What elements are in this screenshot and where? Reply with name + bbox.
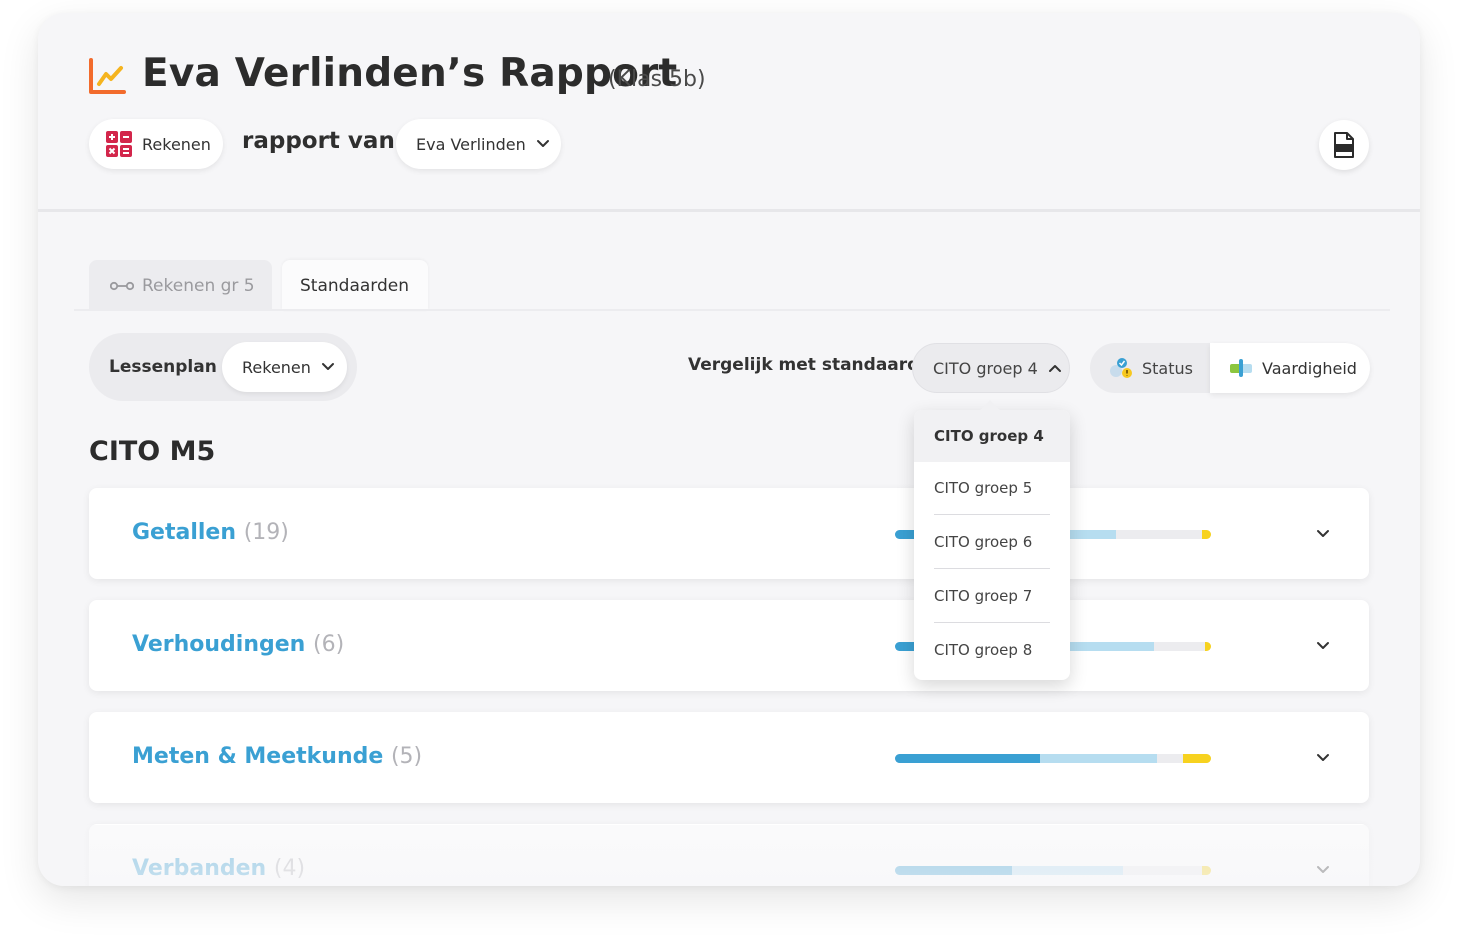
chevron-up-icon [1048, 365, 1061, 372]
domain-name: Verbanden (4) [132, 856, 305, 881]
view-toggle: Status Vaardigheid [1090, 343, 1370, 393]
lessenplan-value: Rekenen [242, 357, 311, 377]
student-name: Eva Verlinden [416, 134, 526, 154]
domain-label: Verhoudingen [132, 632, 306, 657]
domain-row[interactable]: Meten & Meetkunde (5) [89, 712, 1369, 803]
chevron-down-icon [536, 140, 549, 147]
path-icon [110, 281, 134, 290]
dropdown-option[interactable]: CITO groep 4 [914, 410, 1070, 462]
lessenplan-select[interactable]: Rekenen [222, 342, 347, 392]
dropdown-option[interactable]: CITO groep 6 [914, 515, 1070, 569]
skill-icon [1230, 359, 1252, 377]
calculator-icon [106, 131, 132, 157]
lessenplan-group: Lessenplan Rekenen [89, 333, 357, 401]
domain-label: Getallen [132, 520, 237, 545]
dropdown-option[interactable]: CITO groep 8 [914, 623, 1070, 677]
progress-segment [1040, 754, 1158, 763]
domain-count: (6) [313, 632, 345, 657]
progress-segment [895, 754, 1041, 763]
toggle-vaardigheid-label: Vaardigheid [1262, 358, 1357, 378]
pdf-icon [1334, 132, 1354, 158]
standard-dropdown-menu: CITO groep 4 CITO groep 5 CITO groep 6 C… [914, 400, 1070, 680]
standard-select[interactable]: CITO groep 4 [912, 343, 1070, 393]
progress-bar [895, 866, 1211, 875]
progress-segment [1122, 866, 1202, 875]
student-select[interactable]: Eva Verlinden [396, 119, 561, 169]
dropdown-option[interactable]: CITO groep 7 [914, 569, 1070, 623]
tab-label: Rekenen gr 5 [142, 275, 255, 296]
tab-label: Standaarden [300, 275, 409, 296]
lessenplan-label: Lessenplan [109, 357, 217, 377]
progress-segment [1182, 754, 1211, 763]
domain-row[interactable]: Verbanden (4) [89, 824, 1369, 886]
chevron-down-icon[interactable] [1316, 753, 1330, 763]
progress-segment [1204, 642, 1211, 651]
progress-segment [895, 866, 1012, 875]
toggle-status[interactable]: Status [1090, 343, 1210, 393]
toggle-status-label: Status [1142, 358, 1193, 378]
chevron-down-icon[interactable] [1316, 865, 1330, 875]
compare-label: Vergelijk met standaard [688, 355, 920, 375]
progress-segment [1157, 754, 1183, 763]
domain-count: (19) [243, 520, 289, 545]
toggle-vaardigheid[interactable]: Vaardigheid [1210, 343, 1370, 393]
subject-button[interactable]: Rekenen [89, 119, 223, 169]
domain-count: (5) [390, 744, 423, 769]
chart-line-icon [89, 58, 126, 94]
chevron-down-icon [321, 363, 334, 370]
progress-segment [1116, 530, 1202, 539]
domain-row[interactable]: Getallen (19) [89, 488, 1369, 579]
progress-segment [1201, 530, 1211, 539]
status-icon [1110, 358, 1132, 378]
report-header: Eva Verlinden’s Rapport (Klas 5b) Rekene… [38, 13, 1420, 211]
progress-segment [1011, 866, 1123, 875]
progress-bar [895, 754, 1211, 763]
rapport-van-label: rapport van [242, 128, 395, 154]
page-title: Eva Verlinden’s Rapport [142, 51, 678, 96]
domain-label: Verbanden [132, 856, 267, 881]
section-title: CITO M5 [89, 436, 216, 467]
domain-label: Meten & Meetkunde [132, 744, 384, 769]
report-card: Eva Verlinden’s Rapport (Klas 5b) Rekene… [38, 13, 1420, 886]
tab-rekenen-gr5[interactable]: Rekenen gr 5 [89, 260, 272, 311]
domain-name: Verhoudingen (6) [132, 632, 344, 657]
tabs-divider [74, 309, 1390, 311]
domain-count: (4) [273, 856, 306, 881]
chevron-down-icon[interactable] [1316, 529, 1330, 539]
dropdown-option[interactable]: CITO groep 5 [914, 461, 1070, 515]
domain-name: Getallen (19) [132, 520, 289, 545]
progress-segment [1201, 866, 1211, 875]
domain-name: Meten & Meetkunde (5) [132, 744, 422, 769]
subject-label: Rekenen [142, 134, 211, 154]
header-divider [38, 209, 1420, 212]
tab-standaarden[interactable]: Standaarden [282, 260, 428, 311]
chevron-down-icon[interactable] [1316, 641, 1330, 651]
domain-row[interactable]: Verhoudingen (6) [89, 600, 1369, 691]
pdf-export-button[interactable] [1319, 120, 1369, 170]
standard-value: CITO groep 4 [933, 358, 1038, 378]
progress-segment [1154, 642, 1205, 651]
class-label: (Klas 5b) [608, 67, 706, 92]
